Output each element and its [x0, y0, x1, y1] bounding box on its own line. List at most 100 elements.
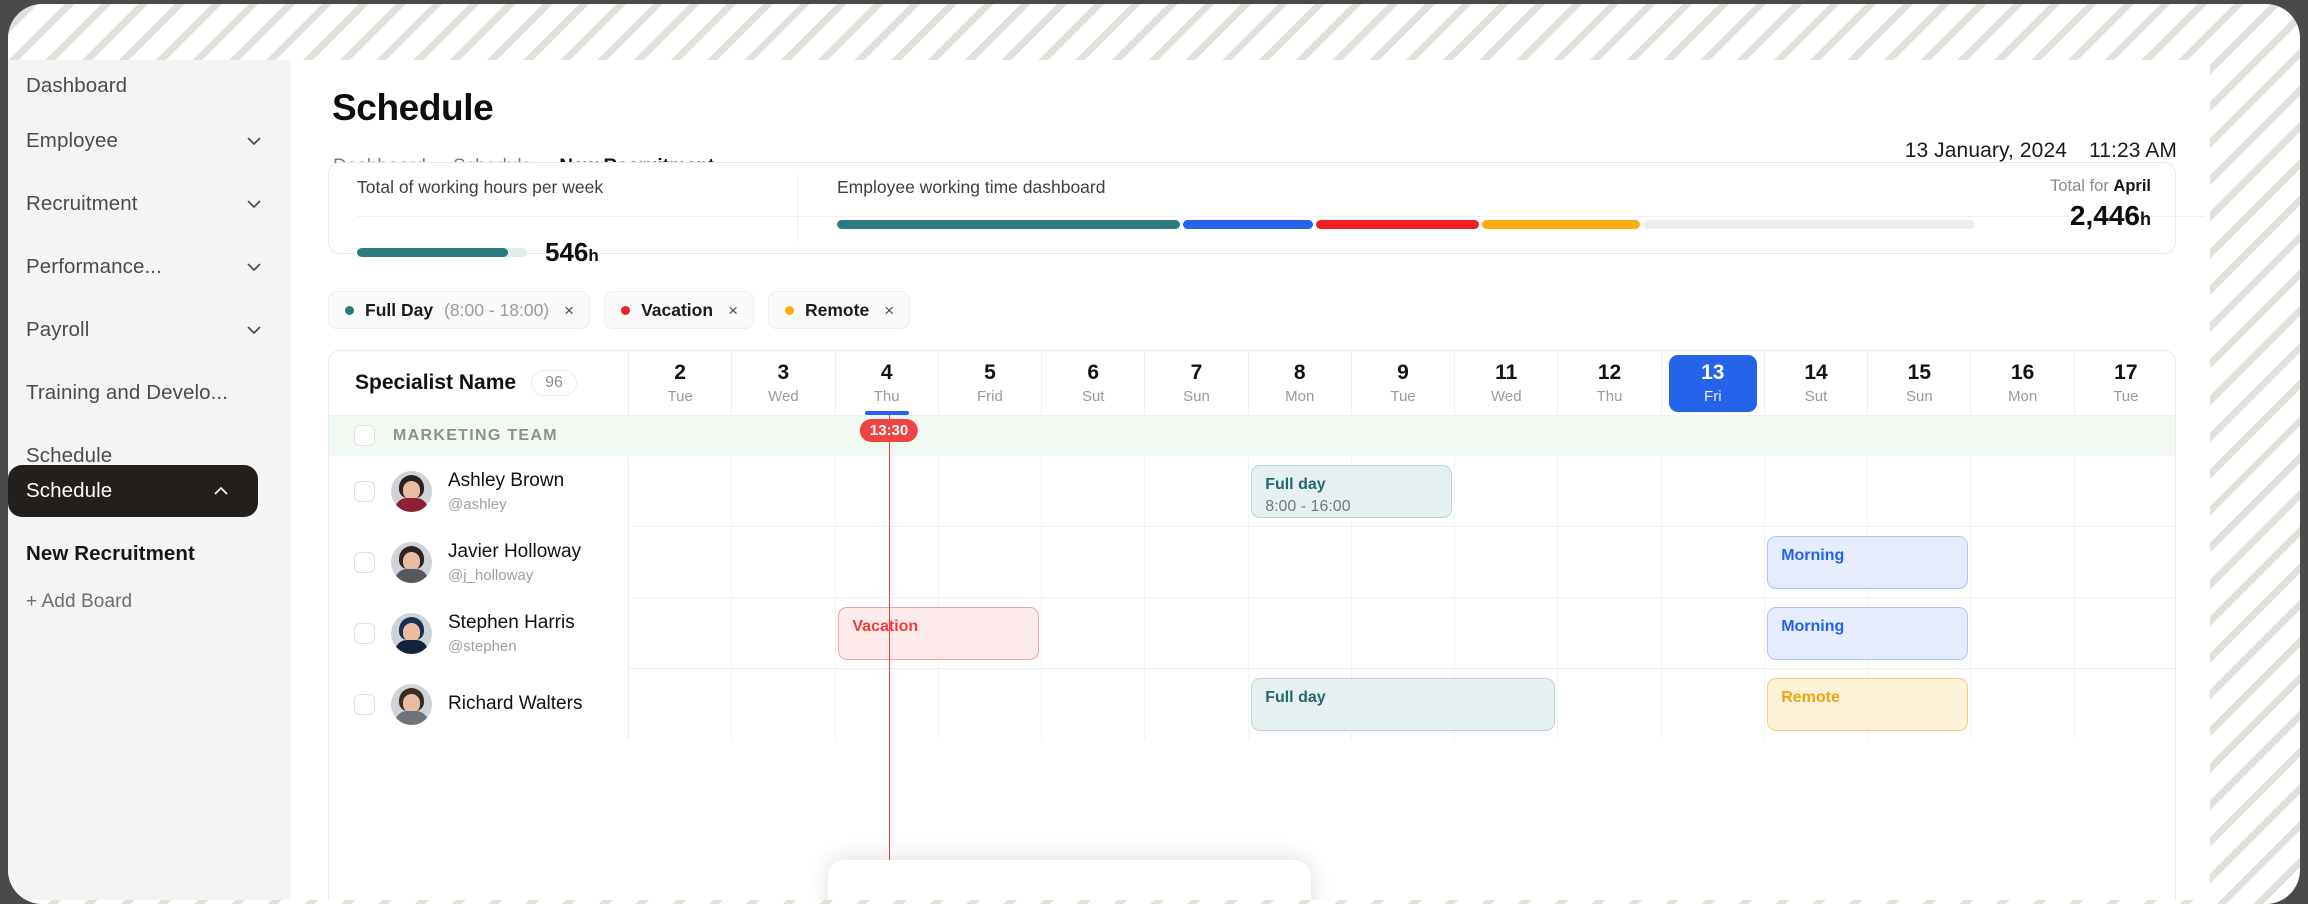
filter-chip-vacation[interactable]: Vacation × — [604, 291, 754, 329]
schedule-cell[interactable] — [731, 669, 834, 740]
sidebar-item-add-board[interactable]: + Add Board — [8, 576, 291, 628]
day-header-12[interactable]: 12 Thu — [1557, 351, 1660, 415]
schedule-cell[interactable] — [1454, 527, 1557, 598]
day-header-5[interactable]: 5 Frid — [937, 351, 1041, 415]
schedule-cell[interactable] — [1970, 456, 2073, 527]
schedule-cell[interactable] — [1867, 456, 1970, 527]
event-detail-popup[interactable]: Full day — [828, 860, 1311, 900]
schedule-cell[interactable] — [1454, 598, 1557, 669]
schedule-cell[interactable] — [1660, 669, 1764, 740]
schedule-cell[interactable] — [731, 598, 834, 669]
schedule-cell[interactable] — [1660, 456, 1764, 527]
schedule-cell[interactable] — [1041, 598, 1144, 669]
day-header-4[interactable]: 4 Thu — [834, 351, 938, 415]
table-row[interactable]: Javier Holloway @j_holloway Morning — [329, 526, 2175, 598]
schedule-cell[interactable] — [629, 598, 731, 669]
schedule-cell[interactable] — [834, 456, 938, 527]
team-select-checkbox[interactable] — [354, 425, 375, 446]
close-icon[interactable]: × — [564, 302, 574, 319]
schedule-cell[interactable] — [629, 527, 731, 598]
schedule-cell[interactable] — [1660, 527, 1764, 598]
sidebar-item-employee[interactable]: Employee — [8, 115, 291, 167]
table-row[interactable]: Richard Walters Full day Remote — [329, 668, 2175, 740]
table-row[interactable]: Ashley Brown @ashley Full day 8:00 - 16:00 — [329, 455, 2175, 527]
schedule-cell[interactable] — [937, 669, 1041, 740]
schedule-cell[interactable] — [1970, 669, 2073, 740]
filter-chip-remote[interactable]: Remote × — [768, 291, 911, 329]
schedule-cell[interactable] — [1247, 527, 1351, 598]
day-header-8[interactable]: 8 Mon — [1247, 351, 1351, 415]
sidebar-item-dashboard[interactable]: Dashboard — [8, 60, 291, 112]
schedule-cell[interactable] — [1144, 527, 1247, 598]
schedule-cell[interactable] — [937, 456, 1041, 527]
table-row[interactable]: Stephen Harris @stephen Vacation Morning — [329, 597, 2175, 669]
schedule-event[interactable]: Remote — [1767, 678, 1968, 731]
schedule-cell[interactable] — [1970, 527, 2073, 598]
day-header-9[interactable]: 9 Tue — [1350, 351, 1454, 415]
sidebar-item-new-recruitment[interactable]: New Recruitment — [8, 528, 291, 580]
row-select-checkbox[interactable] — [354, 694, 375, 715]
row-day-grid: Morning — [629, 527, 2175, 598]
schedule-event[interactable]: Morning — [1767, 607, 1968, 660]
day-header-2[interactable]: 2 Tue — [629, 351, 731, 415]
row-select-checkbox[interactable] — [354, 481, 375, 502]
schedule-cell[interactable] — [2073, 456, 2175, 527]
close-icon[interactable]: × — [884, 302, 894, 319]
row-select-checkbox[interactable] — [354, 552, 375, 573]
day-header-14[interactable]: 14 Sut — [1763, 351, 1867, 415]
schedule-cell[interactable] — [1041, 669, 1144, 740]
schedule-cell[interactable] — [1144, 456, 1247, 527]
schedule-event[interactable]: Full day — [1251, 678, 1555, 731]
schedule-cell[interactable] — [731, 527, 834, 598]
day-header-13[interactable]: 13 Fri — [1660, 351, 1764, 415]
day-header-17[interactable]: 17 Tue — [2073, 351, 2175, 415]
schedule-cell[interactable] — [1041, 456, 1144, 527]
day-number: 3 — [777, 360, 790, 384]
day-header-6[interactable]: 6 Sut — [1041, 351, 1144, 415]
schedule-cell[interactable] — [1557, 598, 1660, 669]
schedule-cell[interactable] — [1144, 598, 1247, 669]
schedule-cell[interactable] — [1970, 598, 2073, 669]
schedule-cell[interactable] — [834, 669, 938, 740]
day-header-11[interactable]: 11 Wed — [1454, 351, 1557, 415]
team-group-row[interactable]: MARKETING TEAM — [329, 415, 2175, 455]
day-name: Thu — [873, 388, 900, 406]
schedule-cell[interactable] — [834, 527, 938, 598]
schedule-cell[interactable] — [937, 527, 1041, 598]
specialist-name: Javier Holloway — [448, 541, 582, 563]
schedule-cell[interactable] — [1247, 598, 1351, 669]
schedule-event[interactable]: Full day 8:00 - 16:00 — [1251, 465, 1452, 518]
schedule-cell[interactable] — [1350, 598, 1454, 669]
schedule-cell[interactable] — [1041, 527, 1144, 598]
schedule-cell[interactable] — [1763, 456, 1867, 527]
day-name: Wed — [1490, 388, 1522, 406]
schedule-cell[interactable] — [2073, 598, 2175, 669]
close-icon[interactable]: × — [728, 302, 738, 319]
schedule-event[interactable]: Morning — [1767, 536, 1968, 589]
sidebar-item-payroll[interactable]: Payroll — [8, 304, 291, 356]
schedule-cell[interactable] — [1660, 598, 1764, 669]
schedule-cell[interactable] — [731, 456, 834, 527]
day-header-3[interactable]: 3 Wed — [731, 351, 834, 415]
schedule-event[interactable]: Vacation — [838, 607, 1039, 660]
schedule-cell[interactable] — [1557, 527, 1660, 598]
day-header-7[interactable]: 7 Sun — [1144, 351, 1247, 415]
schedule-cell[interactable] — [2073, 669, 2175, 740]
schedule-cell[interactable] — [1557, 456, 1660, 527]
sidebar-item-recruitment[interactable]: Recruitment — [8, 178, 291, 230]
row-select-checkbox[interactable] — [354, 623, 375, 644]
filter-chip-full-day[interactable]: Full Day (8:00 - 18:00) × — [328, 291, 591, 329]
schedule-cell[interactable] — [629, 669, 731, 740]
sidebar-item-schedule[interactable]: Schedule — [8, 465, 258, 517]
day-header-15[interactable]: 15 Sun — [1867, 351, 1970, 415]
row-specialist: Ashley Brown @ashley — [329, 456, 629, 527]
sidebar-item-performance[interactable]: Performance... — [8, 241, 291, 293]
schedule-cell[interactable] — [1144, 669, 1247, 740]
schedule-cell[interactable] — [1350, 527, 1454, 598]
schedule-cell[interactable] — [1557, 669, 1660, 740]
day-header-16[interactable]: 16 Mon — [1970, 351, 2073, 415]
schedule-cell[interactable] — [1454, 456, 1557, 527]
schedule-cell[interactable] — [629, 456, 731, 527]
sidebar-item-training-and-develo[interactable]: Training and Develo... — [8, 367, 291, 419]
schedule-cell[interactable] — [2073, 527, 2175, 598]
